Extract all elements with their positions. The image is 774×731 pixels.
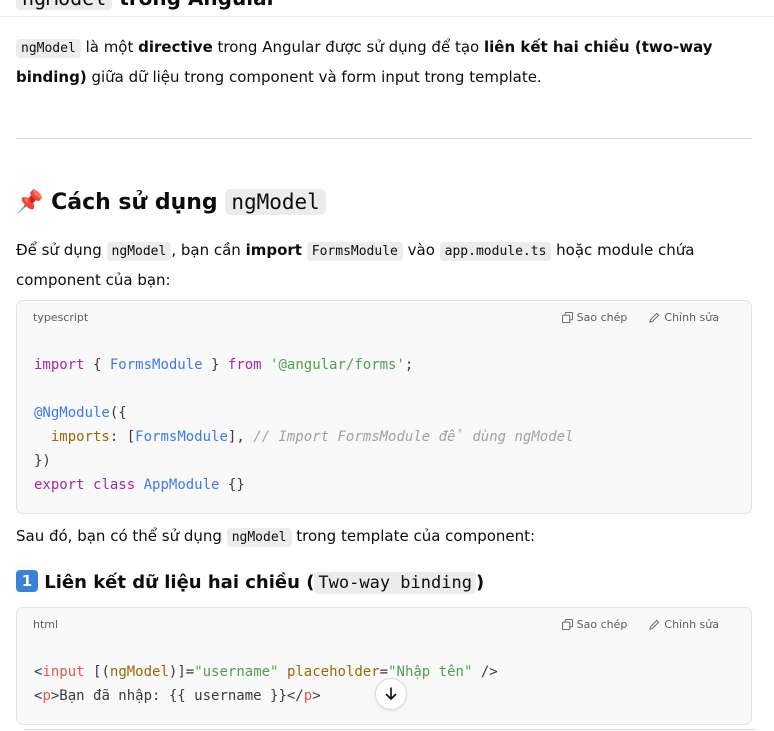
usage-paragraph: Để sử dụng ngModel, bạn cần import Forms… (16, 241, 695, 289)
code-block-header: typescript Sao chép Chỉnh sửa (33, 311, 735, 329)
edit-icon (649, 312, 660, 323)
heading-code: Two-way binding (314, 572, 476, 594)
arrow-down-icon (385, 687, 397, 700)
code-content: import { FormsModule } from '@angular/fo… (34, 357, 574, 493)
section-heading-binding: 1 Liên kết dữ liệu hai chiều (Two-way bi… (16, 568, 484, 598)
heading-code: ngModel (225, 189, 326, 215)
partial-heading: ngModel trong Angular (16, 0, 276, 10)
divider (16, 138, 752, 139)
keycap-number-icon: 1 (16, 570, 38, 592)
copy-button[interactable]: Sao chép (561, 618, 627, 631)
copy-icon (561, 619, 573, 630)
scroll-to-bottom-button[interactable] (375, 678, 407, 710)
code-language-label: typescript (33, 311, 89, 324)
edit-icon (649, 619, 660, 630)
inline-code: ngModel (16, 39, 81, 58)
code-language-label: html (33, 618, 59, 631)
edit-button[interactable]: Chỉnh sửa (649, 311, 719, 324)
edit-button[interactable]: Chỉnh sửa (649, 618, 719, 631)
top-bar: ngModel trong Angular (0, 0, 774, 17)
code-content: <input [(ngModel)]="username" placeholde… (34, 664, 498, 704)
copy-button[interactable]: Sao chép (561, 311, 627, 324)
code-block-typescript: typescript Sao chép Chỉnh sửa import { F… (16, 300, 752, 514)
after-code-paragraph: Sau đó, bạn có thể sử dụng ngModel trong… (16, 527, 536, 547)
copy-icon (561, 312, 573, 323)
composer-edge (24, 729, 756, 730)
section-heading-usage: 📌 Cách sử dụng ngModel (16, 184, 326, 221)
code-block-header: html Sao chép Chỉnh sửa (33, 618, 735, 636)
intro-paragraph: ngModel là một directive trong Angular đ… (16, 38, 713, 86)
partial-heading-code: ngModel (16, 0, 113, 10)
pushpin-icon: 📌 (16, 190, 44, 215)
